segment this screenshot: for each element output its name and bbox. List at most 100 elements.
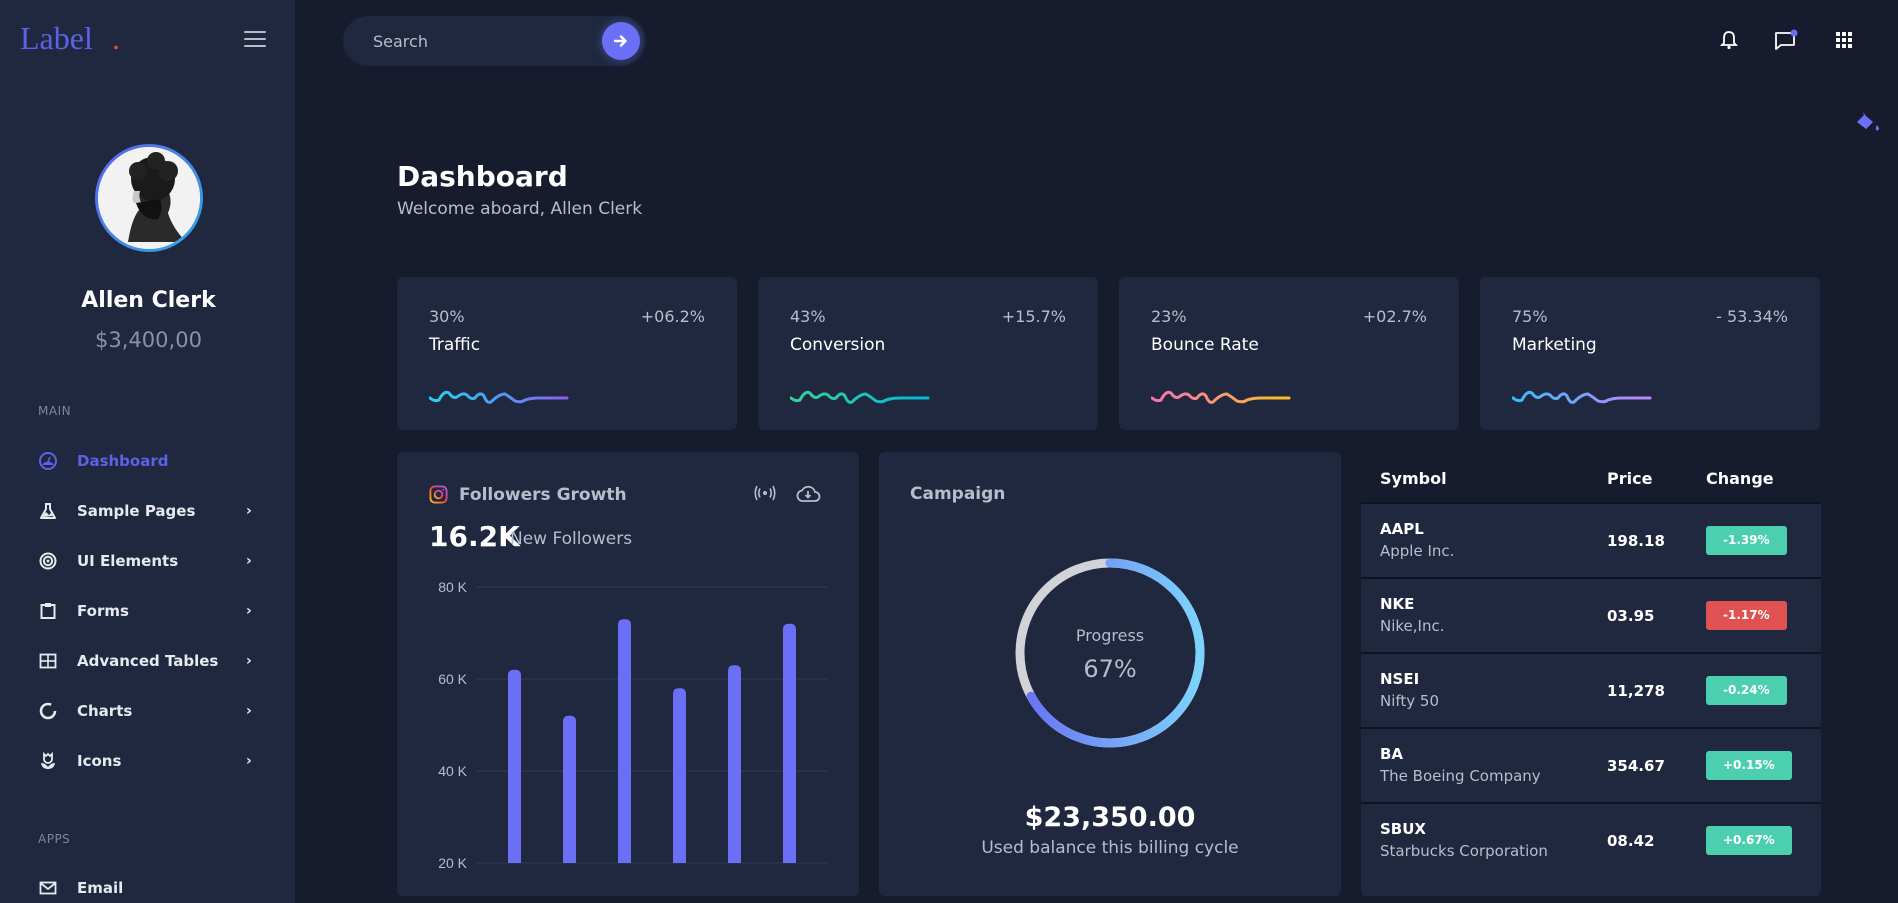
page-title: Dashboard — [397, 160, 568, 193]
bar — [673, 688, 686, 863]
followers-bar-chart: 80 K 60 K 40 K 20 K — [438, 579, 827, 871]
sparkline — [790, 390, 930, 404]
bar — [728, 665, 741, 863]
change-badge: -0.24% — [1706, 676, 1787, 705]
chevron-right-icon: › — [246, 753, 252, 769]
stat-name: Conversion — [790, 335, 886, 355]
search-submit-button[interactable] — [602, 22, 640, 60]
table-row[interactable]: AAPL Apple Inc. 198.18 -1.39% — [1361, 504, 1821, 579]
stat-percent: 43% — [790, 307, 826, 326]
sparkline-path — [790, 390, 930, 404]
campaign-card: Campaign Progress 67% $23,350.00 Used ba… — [879, 452, 1341, 896]
stock-company: The Boeing Company — [1380, 767, 1541, 785]
bar — [508, 669, 521, 863]
bar-base — [618, 857, 631, 863]
sidebar-item-label: Email — [77, 879, 124, 897]
apps-button[interactable] — [1832, 28, 1856, 52]
flask-icon — [38, 501, 58, 521]
avatar[interactable] — [95, 144, 203, 252]
stat-name: Bounce Rate — [1151, 335, 1259, 355]
change-badge: -1.17% — [1706, 601, 1787, 630]
theme-customizer-button[interactable] — [1855, 110, 1883, 138]
sparkline-path — [1512, 390, 1652, 404]
user-balance: $3,400,00 — [95, 328, 202, 352]
apps-grid-icon — [1836, 32, 1852, 48]
change-badge: +0.67% — [1706, 826, 1792, 855]
chevron-right-icon: › — [246, 703, 252, 719]
nav-section-main: MAIN — [38, 404, 72, 418]
sidebar-item-ui-elements[interactable]: UI Elements › — [38, 546, 258, 576]
stock-symbol: NSEI — [1380, 670, 1420, 688]
flower-icon — [38, 751, 58, 771]
bar — [618, 619, 631, 863]
y-tick-label: 40 K — [438, 763, 467, 779]
change-badge: +0.15% — [1706, 751, 1792, 780]
column-header-symbol[interactable]: Symbol — [1380, 469, 1447, 488]
stock-table-header: Symbol Price Change — [1361, 452, 1821, 504]
table-row[interactable]: NKE Nike,Inc. 03.95 -1.17% — [1361, 579, 1821, 654]
stat-name: Traffic — [429, 335, 481, 355]
sidebar-item-label: Icons — [77, 752, 122, 770]
column-header-price[interactable]: Price — [1607, 469, 1652, 488]
messages-button[interactable] — [1774, 28, 1798, 52]
table-icon — [38, 651, 58, 671]
stat-card-bounce-rate: 23% +02.7% Bounce Rate — [1119, 277, 1459, 430]
table-row[interactable]: SBUX Starbucks Corporation 08.42 +0.67% — [1361, 804, 1821, 879]
stock-table: Symbol Price Change AAPL Apple Inc. 198.… — [1361, 452, 1821, 896]
stock-price: 198.18 — [1607, 532, 1665, 550]
stat-percent: 23% — [1151, 307, 1187, 326]
stat-card-marketing: 75% - 53.34% Marketing — [1480, 277, 1820, 430]
brand-logo[interactable]: Label — [20, 20, 93, 57]
stat-card-conversion: 43% +15.7% Conversion — [758, 277, 1098, 430]
y-tick-label: 20 K — [438, 855, 467, 871]
mail-icon — [38, 878, 58, 898]
bar-base — [508, 857, 521, 863]
chevron-right-icon: › — [246, 553, 252, 569]
table-row[interactable]: NSEI Nifty 50 11,278 -0.24% — [1361, 654, 1821, 729]
donut-chart-icon — [38, 701, 58, 721]
target-icon — [38, 551, 58, 571]
sidebar-item-advanced-tables[interactable]: Advanced Tables › — [38, 646, 258, 676]
stat-delta: +02.7% — [1362, 307, 1427, 326]
paint-bucket-icon — [1857, 112, 1879, 131]
campaign-title: Campaign — [910, 484, 1006, 504]
sidebar-item-label: Charts — [77, 702, 133, 720]
stock-price: 354.67 — [1607, 757, 1665, 775]
notifications-button[interactable] — [1717, 28, 1741, 52]
menu-toggle-icon[interactable] — [244, 31, 266, 49]
stock-price: 08.42 — [1607, 832, 1655, 850]
table-row[interactable]: BA The Boeing Company 354.67 +0.15% — [1361, 729, 1821, 804]
sidebar-item-email[interactable]: Email — [38, 873, 258, 903]
stat-percent: 30% — [429, 307, 465, 326]
stock-company: Nifty 50 — [1380, 692, 1440, 710]
sidebar-item-icons[interactable]: Icons › — [38, 746, 258, 776]
sparkline — [1151, 390, 1291, 404]
sidebar: Label . Allen Clerk $3,400,00 MAIN Dashb… — [0, 0, 297, 903]
sidebar-item-charts[interactable]: Charts › — [38, 696, 258, 726]
notification-dot — [1790, 29, 1798, 37]
stock-company: Nike,Inc. — [1380, 617, 1445, 635]
chat-icon — [1775, 29, 1798, 50]
bar — [563, 715, 576, 863]
avatar-portrait — [98, 147, 200, 249]
page-subtitle: Welcome aboard, Allen Clerk — [397, 199, 643, 219]
search-bar — [343, 16, 645, 66]
stock-symbol: NKE — [1380, 595, 1415, 613]
stat-name: Marketing — [1512, 335, 1597, 355]
sidebar-item-forms[interactable]: Forms › — [38, 596, 258, 626]
sparkline-path — [429, 390, 569, 404]
stat-card-traffic: 30% +06.2% Traffic — [397, 277, 737, 430]
sidebar-item-label: UI Elements — [77, 552, 179, 570]
y-tick-label: 80 K — [438, 579, 467, 595]
search-input[interactable] — [373, 28, 573, 54]
campaign-amount-label: Used balance this billing cycle — [981, 838, 1239, 858]
column-header-change[interactable]: Change — [1706, 469, 1774, 488]
sidebar-item-sample-pages[interactable]: Sample Pages › — [38, 496, 258, 526]
chevron-right-icon: › — [246, 603, 252, 619]
sidebar-item-dashboard[interactable]: Dashboard — [38, 446, 258, 476]
campaign-progress-ring — [1015, 558, 1205, 748]
arrow-right-icon — [614, 35, 627, 47]
stat-delta: +06.2% — [640, 307, 705, 326]
stock-symbol: AAPL — [1380, 520, 1424, 538]
bell-icon — [1720, 31, 1738, 50]
